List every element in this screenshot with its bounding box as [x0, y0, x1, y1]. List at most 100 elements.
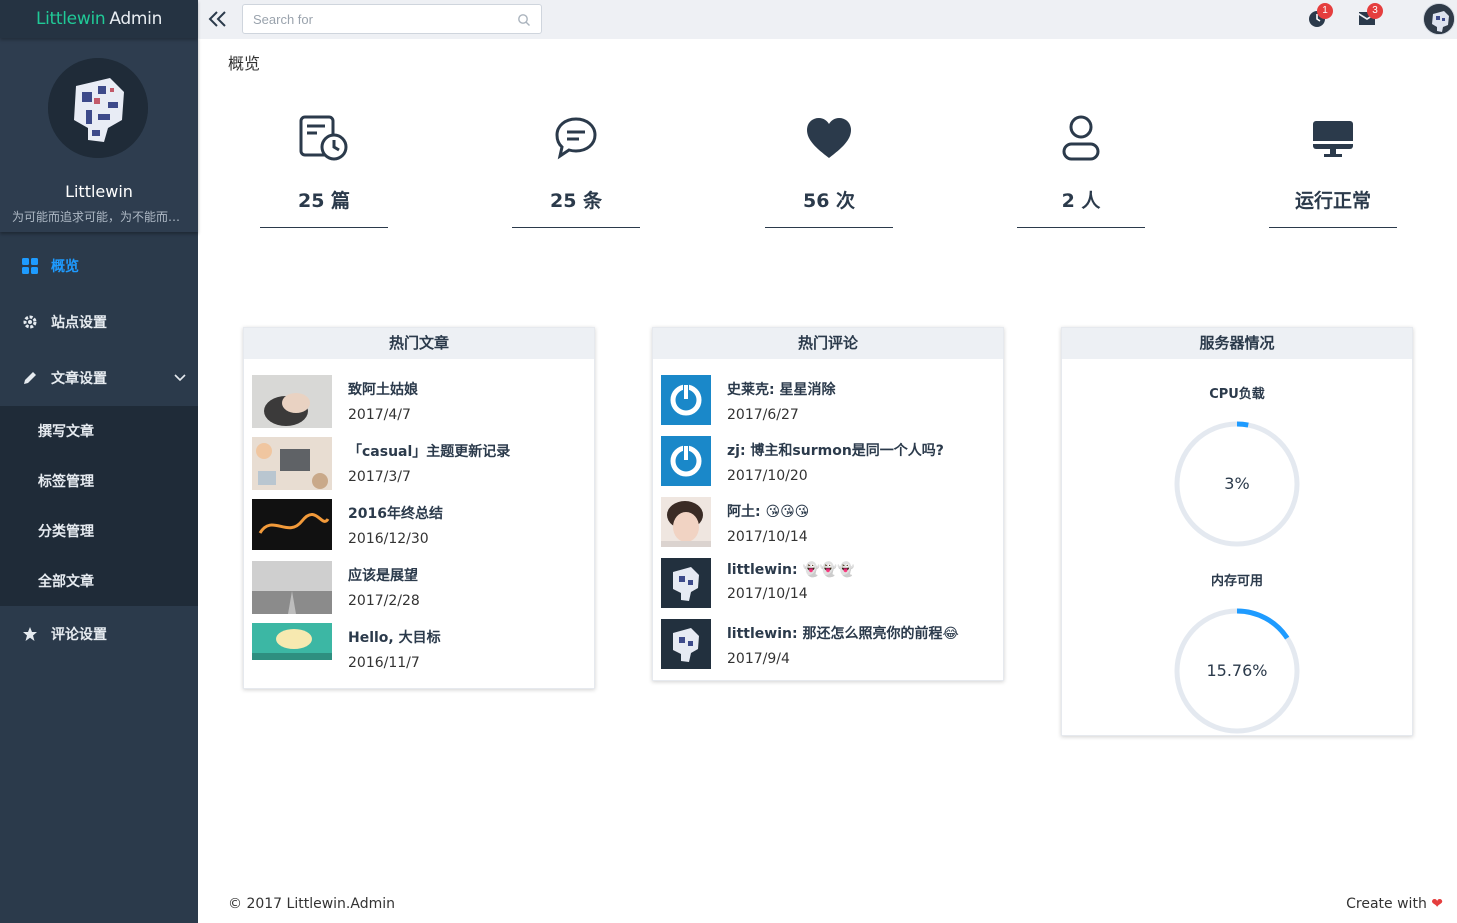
sidebar-item-site-settings[interactable]: 站点设置 — [0, 294, 198, 350]
comment-text[interactable]: zj: 博主和surmon是同一个人吗? — [727, 440, 944, 460]
sidebar-subitem-write[interactable]: 撰写文章 — [0, 406, 198, 456]
comment-text[interactable]: 史莱克: 星星消除 — [727, 379, 835, 399]
stat-status: 运行正常 — [1269, 114, 1397, 228]
card-title: 热门文章 — [244, 328, 594, 359]
list-item[interactable]: 2016年终总结 2016/12/30 — [252, 499, 586, 561]
article-date: 2017/3/7 — [348, 469, 411, 485]
footer-credit: Create with ❤ — [1346, 896, 1443, 912]
sidebar-item-article-settings[interactable]: 文章设置 — [0, 350, 198, 406]
list-item[interactable]: 阿土: 😘😘😘 2017/10/14 — [661, 497, 995, 558]
article-title[interactable]: 2016年终总结 — [348, 503, 443, 523]
comment-date: 2017/6/27 — [727, 407, 799, 423]
sidebar-item-label: 站点设置 — [51, 315, 107, 331]
profile-motto: 为可能而追求可能，为不能而追求不能 — [12, 210, 198, 224]
search-icon[interactable] — [517, 12, 531, 31]
search-box — [242, 4, 542, 34]
mail-badge: 3 — [1367, 3, 1383, 19]
sidebar-item-label: 评论设置 — [51, 627, 107, 643]
sidebar-menu: 概览 站点设置 文章设置 撰写文章 标签管理 分类管理 全部文章 评论设置 — [0, 238, 198, 662]
card-title: 服务器情况 — [1062, 328, 1412, 359]
article-title[interactable]: 应该是展望 — [348, 565, 420, 585]
article-date: 2016/11/7 — [348, 655, 420, 671]
article-thumbnail — [252, 499, 332, 552]
sidebar-item-comment-settings[interactable]: 评论设置 — [0, 606, 198, 662]
profile-panel: Littlewin 为可能而追求可能，为不能而追求不能 — [0, 38, 198, 232]
sidebar-item-overview[interactable]: 概览 — [0, 238, 198, 294]
article-clock-icon — [260, 114, 388, 162]
stat-value: 运行正常 — [1294, 190, 1371, 212]
stat-articles: 25 篇 — [260, 114, 388, 228]
brand-suffix: Admin — [109, 9, 163, 29]
hot-comments-card: 热门评论 史莱克: 星星消除 2017/6/27 zj: 博主和surmon是同一… — [652, 327, 1004, 681]
list-item[interactable]: Hello, 大目标 2016/11/7 — [252, 623, 586, 685]
stat-value: 25 条 — [549, 190, 603, 212]
stat-comments: 25 条 — [512, 114, 640, 228]
main-content: 概览 25 篇 25 条 56 次 2 人 运行正常 热门文章 致阿土姑娘 20… — [198, 39, 1457, 923]
commenter-avatar — [661, 558, 711, 608]
comment-text[interactable]: 阿土: 😘😘😘 — [727, 501, 809, 521]
star-icon — [22, 626, 38, 642]
article-thumbnail — [252, 437, 332, 490]
user-icon — [1017, 114, 1145, 162]
gear-icon — [22, 314, 38, 330]
list-item[interactable]: littlewin: 👻👻👻 2017/10/14 — [661, 558, 995, 619]
profile-name: Littlewin — [65, 182, 133, 201]
list-item[interactable]: 「casual」主题更新记录 2017/3/7 — [252, 437, 586, 499]
list-item[interactable]: 应该是展望 2017/2/28 — [252, 561, 586, 623]
sidebar-subitem-categories[interactable]: 分类管理 — [0, 506, 198, 556]
topbar: 1 3 — [198, 0, 1457, 39]
comment-text[interactable]: littlewin: 那还怎么照亮你的前程😂 — [727, 623, 959, 643]
footer-create-text: Create with — [1346, 896, 1427, 912]
collapse-sidebar-icon[interactable] — [208, 10, 228, 32]
memory-gauge: 15.76% — [1173, 607, 1301, 735]
comment-date: 2017/9/4 — [727, 651, 790, 667]
list-item[interactable]: littlewin: 那还怎么照亮你的前程😂 2017/9/4 — [661, 619, 995, 680]
chat-bubble-icon — [512, 114, 640, 162]
card-title: 热门评论 — [653, 328, 1003, 359]
stat-value: 2 人 — [1061, 190, 1101, 212]
list-item[interactable]: 史莱克: 星星消除 2017/6/27 — [661, 375, 995, 436]
user-avatar[interactable] — [1423, 3, 1455, 35]
brand-logo[interactable]: Littlewin Admin — [0, 0, 198, 38]
sidebar-item-label: 文章设置 — [51, 371, 107, 387]
article-thumbnail — [252, 561, 332, 614]
stat-users: 2 人 — [1017, 114, 1145, 228]
article-date: 2017/2/28 — [348, 593, 420, 609]
footer-copyright: © 2017 Littlewin.Admin — [228, 896, 395, 912]
sidebar: Littlewin Admin Littlewin 为可能而追求可能，为不能而追… — [0, 0, 198, 923]
search-input[interactable] — [243, 5, 503, 33]
commenter-avatar — [661, 497, 711, 547]
commenter-avatar — [661, 619, 711, 669]
sidebar-subitem-tags[interactable]: 标签管理 — [0, 456, 198, 506]
article-title[interactable]: Hello, 大目标 — [348, 627, 441, 647]
avatar[interactable] — [48, 58, 148, 158]
heart-icon — [765, 114, 893, 162]
list-item[interactable]: 致阿土姑娘 2017/4/7 — [252, 375, 586, 437]
pencil-icon — [22, 370, 38, 386]
memory-value: 15.76% — [1206, 661, 1268, 680]
mail-icon[interactable]: 3 — [1358, 3, 1383, 30]
stat-likes: 56 次 — [765, 114, 893, 228]
article-thumbnail — [252, 375, 332, 428]
sidebar-subitem-all-articles[interactable]: 全部文章 — [0, 556, 198, 606]
cpu-label: CPU负载 — [1209, 387, 1265, 402]
comment-date: 2017/10/14 — [727, 586, 808, 602]
comment-text[interactable]: littlewin: 👻👻👻 — [727, 562, 855, 578]
commenter-avatar — [661, 436, 711, 486]
hot-articles-card: 热门文章 致阿土姑娘 2017/4/7 「casual」主题更新记录 2017/3/… — [243, 327, 595, 689]
article-title[interactable]: 致阿土姑娘 — [348, 379, 418, 399]
dashboard-icon — [22, 258, 38, 274]
cpu-value: 3% — [1224, 474, 1250, 493]
commenter-avatar — [661, 375, 711, 425]
chevron-down-icon[interactable] — [174, 370, 186, 386]
memory-label: 内存可用 — [1210, 574, 1263, 589]
notification-icon[interactable]: 1 — [1308, 3, 1333, 32]
article-title[interactable]: 「casual」主题更新记录 — [348, 441, 510, 461]
comment-date: 2017/10/14 — [727, 529, 808, 545]
sidebar-item-label: 概览 — [51, 259, 79, 275]
list-item[interactable]: zj: 博主和surmon是同一个人吗? 2017/10/20 — [661, 436, 995, 497]
article-thumbnail — [252, 623, 332, 676]
stat-value: 25 篇 — [297, 190, 351, 212]
article-date: 2016/12/30 — [348, 531, 429, 547]
page-title: 概览 — [228, 54, 261, 73]
